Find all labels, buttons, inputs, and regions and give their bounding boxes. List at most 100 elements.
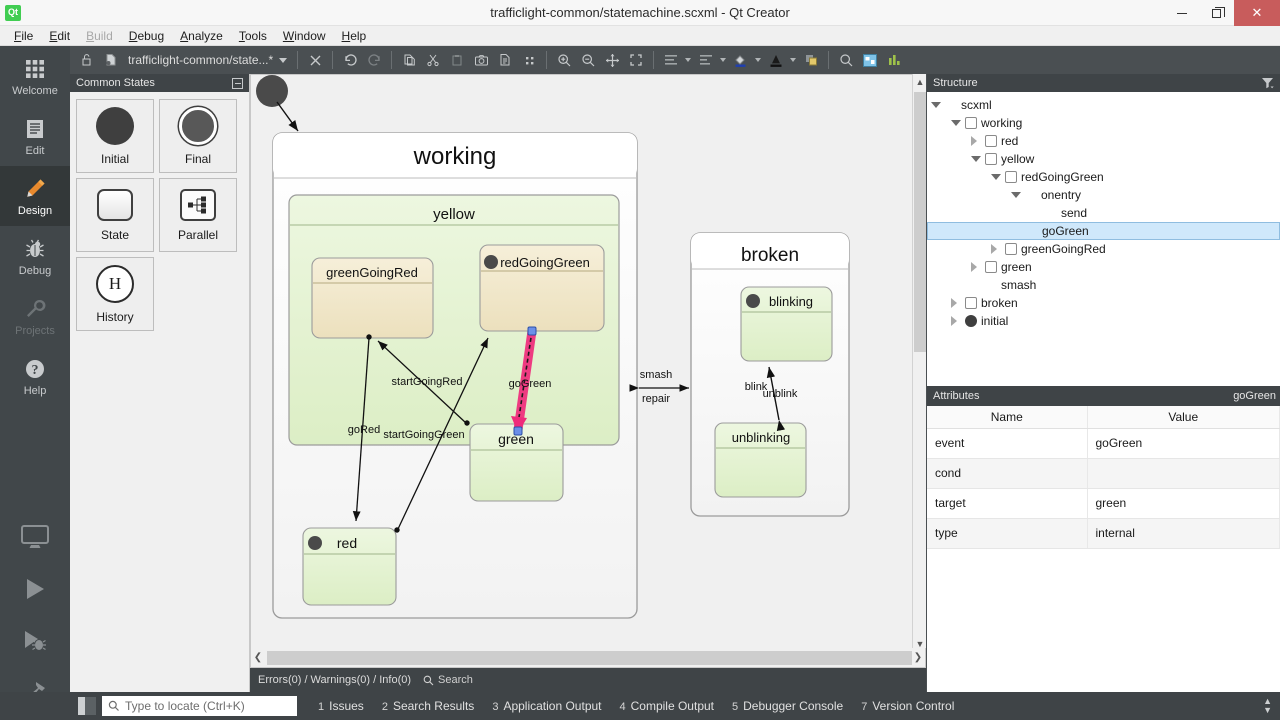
attribute-row[interactable]: typeinternal: [927, 518, 1280, 548]
fit-to-view-icon[interactable]: [625, 49, 647, 71]
close-button[interactable]: ✕: [1234, 0, 1280, 26]
mode-edit[interactable]: Edit: [0, 106, 70, 166]
chevron-down-icon[interactable]: [931, 102, 941, 108]
chevron-down-icon[interactable]: [720, 58, 726, 62]
checkbox[interactable]: [965, 297, 977, 309]
statistics-icon[interactable]: [883, 49, 905, 71]
attribute-value[interactable]: [1087, 458, 1280, 488]
output-tab-issues[interactable]: 1Issues: [309, 692, 373, 720]
chevron-right-icon[interactable]: [971, 262, 981, 272]
attribute-value[interactable]: green: [1087, 488, 1280, 518]
state-card-initial[interactable]: Initial: [76, 99, 154, 173]
tree-item-greenGoingRed[interactable]: greenGoingRed: [927, 240, 1280, 258]
toggle-sidebar-button[interactable]: [78, 697, 96, 715]
menu-window[interactable]: Window: [275, 27, 334, 45]
chevron-down-icon[interactable]: [755, 58, 761, 62]
scroll-up-icon[interactable]: ▲: [913, 74, 927, 90]
output-tab-application-output[interactable]: 3Application Output: [483, 692, 610, 720]
horizontal-scroll-thumb[interactable]: [267, 651, 912, 665]
lock-open-icon[interactable]: [76, 49, 98, 71]
cut-icon[interactable]: [422, 49, 444, 71]
mode-debug[interactable]: Debug: [0, 226, 70, 286]
state-card-parallel[interactable]: Parallel: [159, 178, 237, 252]
vertical-scroll-thumb[interactable]: [914, 92, 926, 352]
export-icon[interactable]: [494, 49, 516, 71]
raise-icon[interactable]: [800, 49, 822, 71]
checkbox[interactable]: [1005, 171, 1017, 183]
scroll-right-icon[interactable]: ❯: [911, 649, 925, 667]
chevron-right-icon[interactable]: [951, 298, 961, 308]
attribute-row[interactable]: cond: [927, 458, 1280, 488]
tree-item-broken[interactable]: broken: [927, 294, 1280, 312]
debug-button[interactable]: [0, 616, 70, 668]
mode-design[interactable]: Design: [0, 166, 70, 226]
horizontal-scroll-track[interactable]: [265, 651, 911, 665]
tree-item-onentry[interactable]: onentry: [927, 186, 1280, 204]
chevron-down-icon[interactable]: [790, 58, 796, 62]
attribute-value[interactable]: internal: [1087, 518, 1280, 548]
navigator-icon[interactable]: [859, 49, 881, 71]
menu-tools[interactable]: Tools: [231, 27, 275, 45]
maximize-button[interactable]: [1199, 0, 1234, 26]
tree-item-redGoingGreen[interactable]: redGoingGreen: [927, 168, 1280, 186]
state-card-state[interactable]: State: [76, 178, 154, 252]
close-document-icon[interactable]: [304, 49, 326, 71]
grid-icon[interactable]: [518, 49, 540, 71]
copy-icon[interactable]: [398, 49, 420, 71]
state-card-final[interactable]: Final: [159, 99, 237, 173]
canvas-horizontal-scrollbar[interactable]: ❮ ❯: [250, 648, 926, 668]
chevron-down-icon[interactable]: [685, 58, 691, 62]
checkbox[interactable]: [965, 117, 977, 129]
tree-item-initial[interactable]: initial: [927, 312, 1280, 330]
screenshot-icon[interactable]: [470, 49, 492, 71]
checkbox[interactable]: [985, 153, 997, 165]
align-vertical-icon[interactable]: [695, 49, 717, 71]
state-card-history[interactable]: H History: [76, 257, 154, 331]
checkbox[interactable]: [985, 261, 997, 273]
canvas-vertical-scrollbar[interactable]: ▲ ▼: [912, 74, 926, 652]
align-horizontal-icon[interactable]: [660, 49, 682, 71]
attribute-row[interactable]: targetgreen: [927, 488, 1280, 518]
menu-debug[interactable]: Debug: [121, 27, 172, 45]
tree-item-working[interactable]: working: [927, 114, 1280, 132]
attribute-row[interactable]: eventgoGreen: [927, 428, 1280, 458]
undo-icon[interactable]: [339, 49, 361, 71]
menu-analyze[interactable]: Analyze: [172, 27, 231, 45]
zoom-out-icon[interactable]: [577, 49, 599, 71]
tree-item-yellow[interactable]: yellow: [927, 150, 1280, 168]
tree-item-goGreen[interactable]: goGreen: [927, 222, 1280, 240]
output-tab-compile-output[interactable]: 4Compile Output: [611, 692, 724, 720]
chevron-down-icon[interactable]: [991, 174, 1001, 180]
output-pane-updown[interactable]: ▲ ▼: [1263, 697, 1272, 715]
menu-edit[interactable]: Edit: [41, 27, 78, 45]
chevron-down-icon[interactable]: [1011, 192, 1021, 198]
statechart-canvas[interactable]: working yellow greenGoingRed redGoingGre…: [250, 74, 926, 670]
output-tab-debugger-console[interactable]: 5Debugger Console: [723, 692, 852, 720]
chevron-down-icon[interactable]: [971, 156, 981, 162]
minimize-button[interactable]: [1164, 0, 1199, 26]
fill-color-icon[interactable]: [730, 49, 752, 71]
output-tab-version-control[interactable]: 7Version Control: [852, 692, 963, 720]
mode-welcome[interactable]: Welcome: [0, 46, 70, 106]
tree-item-red[interactable]: red: [927, 132, 1280, 150]
chevron-right-icon[interactable]: [951, 316, 961, 326]
locator-input[interactable]: Type to locate (Ctrl+K): [102, 696, 297, 716]
kit-selector[interactable]: [0, 512, 70, 564]
scroll-left-icon[interactable]: ❮: [251, 649, 265, 667]
mode-help[interactable]: ?Help: [0, 346, 70, 406]
zoom-in-icon[interactable]: [553, 49, 575, 71]
issues-search-button[interactable]: Search: [423, 674, 473, 686]
filter-icon[interactable]: [1261, 77, 1274, 89]
open-document-selector[interactable]: trafficlight-common/state...*: [124, 53, 291, 67]
pan-icon[interactable]: [601, 49, 623, 71]
checkbox[interactable]: [1005, 243, 1017, 255]
menu-help[interactable]: Help: [334, 27, 375, 45]
chevron-down-icon[interactable]: [951, 120, 961, 126]
tree-item-green[interactable]: green: [927, 258, 1280, 276]
magnifier-icon[interactable]: [835, 49, 857, 71]
chevron-down-icon[interactable]: ▼: [1263, 706, 1272, 715]
tree-item-scxml[interactable]: scxml: [927, 96, 1280, 114]
tree-item-send[interactable]: send: [927, 204, 1280, 222]
file-icon[interactable]: [100, 49, 122, 71]
menu-file[interactable]: File: [6, 27, 41, 45]
